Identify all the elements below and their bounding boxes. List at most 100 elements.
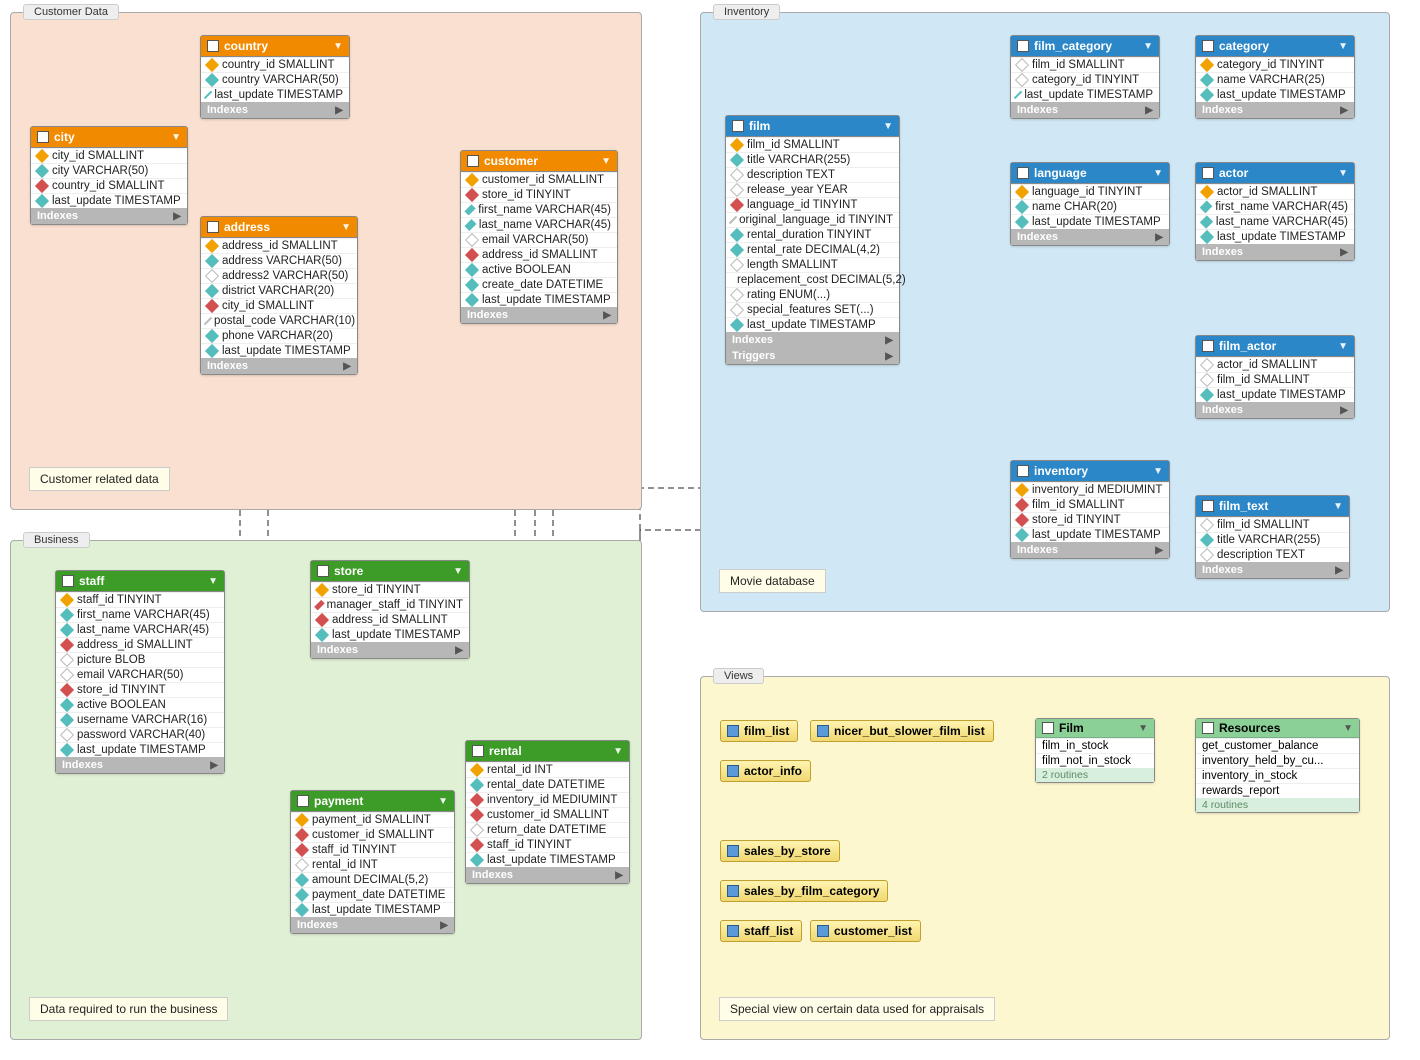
table-section[interactable]: Indexes▶ <box>31 208 187 224</box>
table-column[interactable]: last_update TIMESTAMP <box>201 343 357 358</box>
table-film-category[interactable]: film_category▼ film_id SMALLINTcategory_… <box>1010 35 1160 119</box>
routine-item[interactable]: film_not_in_stock <box>1036 753 1154 768</box>
routine-item[interactable]: film_in_stock <box>1036 738 1154 753</box>
table-column[interactable]: actor_id SMALLINT <box>1196 357 1354 372</box>
routine-item[interactable]: get_customer_balance <box>1196 738 1359 753</box>
table-column[interactable]: password VARCHAR(40) <box>56 727 224 742</box>
table-country[interactable]: country▼ country_id SMALLINTcountry VARC… <box>200 35 350 119</box>
table-column[interactable]: inventory_id MEDIUMINT <box>466 792 629 807</box>
table-column[interactable]: city_id SMALLINT <box>31 148 187 163</box>
table-column[interactable]: create_date DATETIME <box>461 277 617 292</box>
table-header[interactable]: store▼ <box>311 561 469 582</box>
table-column[interactable]: original_language_id TINYINT <box>726 212 899 227</box>
table-header[interactable]: address▼ <box>201 217 357 238</box>
table-column[interactable]: staff_id TINYINT <box>56 592 224 607</box>
table-column[interactable]: address_id SMALLINT <box>311 612 469 627</box>
table-column[interactable]: email VARCHAR(50) <box>56 667 224 682</box>
table-header[interactable]: film▼ <box>726 116 899 137</box>
table-header[interactable]: actor▼ <box>1196 163 1354 184</box>
table-header[interactable]: city▼ <box>31 127 187 148</box>
table-column[interactable]: last_name VARCHAR(45) <box>1196 214 1354 229</box>
table-column[interactable]: name CHAR(20) <box>1011 199 1169 214</box>
table-column[interactable]: district VARCHAR(20) <box>201 283 357 298</box>
view-film-list[interactable]: film_list <box>720 720 798 742</box>
routine-group-resources[interactable]: Resources▼ get_customer_balance inventor… <box>1195 718 1360 813</box>
table-section[interactable]: Indexes▶ <box>291 917 454 933</box>
table-actor[interactable]: actor▼ actor_id SMALLINTfirst_name VARCH… <box>1195 162 1355 261</box>
routine-item[interactable]: inventory_in_stock <box>1196 768 1359 783</box>
table-column[interactable]: film_id SMALLINT <box>726 137 899 152</box>
table-column[interactable]: postal_code VARCHAR(10) <box>201 313 357 328</box>
table-column[interactable]: store_id TINYINT <box>56 682 224 697</box>
table-column[interactable]: last_update TIMESTAMP <box>1196 229 1354 244</box>
table-section[interactable]: Indexes▶ <box>311 642 469 658</box>
table-column[interactable]: first_name VARCHAR(45) <box>1196 199 1354 214</box>
table-header[interactable]: film_actor▼ <box>1196 336 1354 357</box>
table-column[interactable]: rental_id INT <box>466 762 629 777</box>
table-column[interactable]: amount DECIMAL(5,2) <box>291 872 454 887</box>
table-column[interactable]: last_update TIMESTAMP <box>291 902 454 917</box>
table-column[interactable]: payment_date DATETIME <box>291 887 454 902</box>
view-staff-list[interactable]: staff_list <box>720 920 802 942</box>
table-header[interactable]: film_text▼ <box>1196 496 1349 517</box>
table-customer[interactable]: customer▼ customer_id SMALLINTstore_id T… <box>460 150 618 324</box>
routine-group-film[interactable]: Film▼ film_in_stock film_not_in_stock 2 … <box>1035 718 1155 783</box>
table-section[interactable]: Indexes▶ <box>1196 102 1354 118</box>
table-column[interactable]: film_id SMALLINT <box>1196 517 1349 532</box>
table-column[interactable]: special_features SET(...) <box>726 302 899 317</box>
view-actor-info[interactable]: actor_info <box>720 760 811 782</box>
table-column[interactable]: rating ENUM(...) <box>726 287 899 302</box>
table-city[interactable]: city▼ city_id SMALLINTcity VARCHAR(50)co… <box>30 126 188 225</box>
table-section[interactable]: Indexes▶ <box>1196 244 1354 260</box>
table-inventory[interactable]: inventory▼ inventory_id MEDIUMINTfilm_id… <box>1010 460 1170 559</box>
table-column[interactable]: title VARCHAR(255) <box>726 152 899 167</box>
table-column[interactable]: last_update TIMESTAMP <box>461 292 617 307</box>
table-address[interactable]: address▼ address_id SMALLINTaddress VARC… <box>200 216 358 375</box>
table-column[interactable]: rental_rate DECIMAL(4,2) <box>726 242 899 257</box>
table-column[interactable]: description TEXT <box>726 167 899 182</box>
table-column[interactable]: actor_id SMALLINT <box>1196 184 1354 199</box>
table-column[interactable]: username VARCHAR(16) <box>56 712 224 727</box>
table-column[interactable]: staff_id TINYINT <box>291 842 454 857</box>
table-section[interactable]: Indexes▶ <box>1196 402 1354 418</box>
table-column[interactable]: manager_staff_id TINYINT <box>311 597 469 612</box>
table-column[interactable]: rental_date DATETIME <box>466 777 629 792</box>
table-column[interactable]: last_update TIMESTAMP <box>726 317 899 332</box>
table-section[interactable]: Indexes▶ <box>1011 102 1159 118</box>
table-column[interactable]: last_name VARCHAR(45) <box>461 217 617 232</box>
table-section[interactable]: Indexes▶ <box>201 102 349 118</box>
view-sales-by-store[interactable]: sales_by_store <box>720 840 840 862</box>
table-header[interactable]: language▼ <box>1011 163 1169 184</box>
table-column[interactable]: rental_id INT <box>291 857 454 872</box>
view-customer-list[interactable]: customer_list <box>810 920 921 942</box>
table-column[interactable]: title VARCHAR(255) <box>1196 532 1349 547</box>
table-column[interactable]: store_id TINYINT <box>461 187 617 202</box>
table-header[interactable]: country▼ <box>201 36 349 57</box>
table-film-text[interactable]: film_text▼ film_id SMALLINTtitle VARCHAR… <box>1195 495 1350 579</box>
table-column[interactable]: film_id SMALLINT <box>1011 497 1169 512</box>
table-header[interactable]: film_category▼ <box>1011 36 1159 57</box>
table-column[interactable]: last_update TIMESTAMP <box>1011 87 1159 102</box>
table-header[interactable]: inventory▼ <box>1011 461 1169 482</box>
routine-header[interactable]: Resources▼ <box>1196 719 1359 738</box>
table-payment[interactable]: payment▼ payment_id SMALLINTcustomer_id … <box>290 790 455 934</box>
table-language[interactable]: language▼ language_id TINYINTname CHAR(2… <box>1010 162 1170 246</box>
view-sales-by-film-category[interactable]: sales_by_film_category <box>720 880 888 902</box>
table-column[interactable]: film_id SMALLINT <box>1011 57 1159 72</box>
table-column[interactable]: replacement_cost DECIMAL(5,2) <box>726 272 899 287</box>
table-column[interactable]: release_year YEAR <box>726 182 899 197</box>
table-column[interactable]: country_id SMALLINT <box>31 178 187 193</box>
routine-item[interactable]: rewards_report <box>1196 783 1359 798</box>
table-column[interactable]: active BOOLEAN <box>461 262 617 277</box>
table-column[interactable]: active BOOLEAN <box>56 697 224 712</box>
table-column[interactable]: last_update TIMESTAMP <box>201 87 349 102</box>
table-column[interactable]: address_id SMALLINT <box>201 238 357 253</box>
table-column[interactable]: store_id TINYINT <box>1011 512 1169 527</box>
table-column[interactable]: store_id TINYINT <box>311 582 469 597</box>
table-section[interactable]: Indexes▶ <box>461 307 617 323</box>
table-column[interactable]: city VARCHAR(50) <box>31 163 187 178</box>
table-column[interactable]: film_id SMALLINT <box>1196 372 1354 387</box>
table-column[interactable]: customer_id SMALLINT <box>291 827 454 842</box>
table-header[interactable]: payment▼ <box>291 791 454 812</box>
table-rental[interactable]: rental▼ rental_id INTrental_date DATETIM… <box>465 740 630 884</box>
